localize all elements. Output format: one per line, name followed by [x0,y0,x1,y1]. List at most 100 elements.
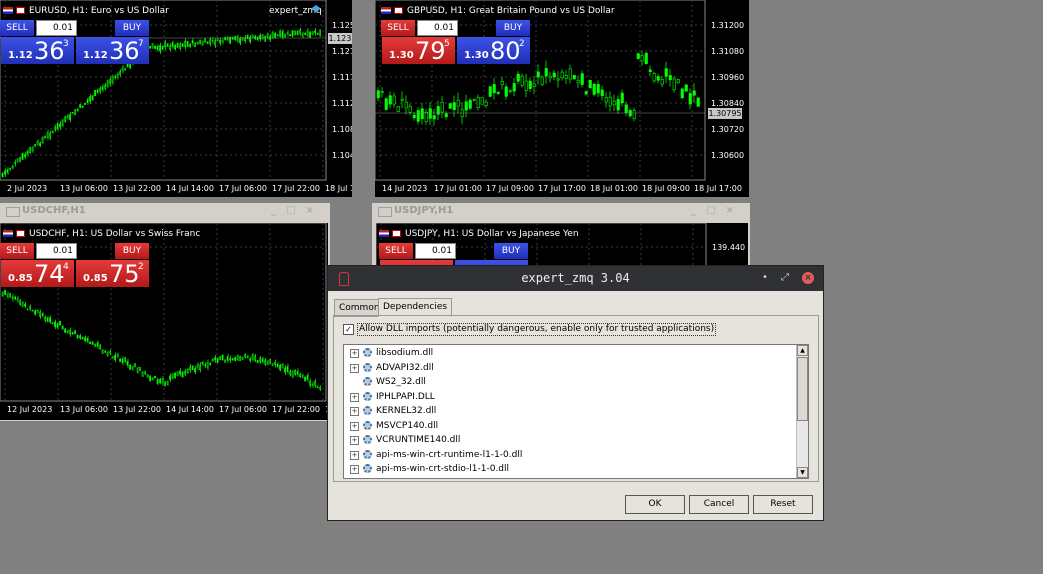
trade-panel-eurusd: SELL 0.01 BUY 1.12 36 3 1.12 36 7 [0,20,150,65]
window-usdchf-titlebar[interactable]: USDCHF,H1 _□× [0,203,330,219]
candle-body [620,92,624,104]
sell-button[interactable]: SELL [0,20,34,36]
candle-body [306,374,309,380]
chart-usdchf[interactable]: 0.8769012 Jul 202313 Jul 06:0013 Jul 22:… [0,223,328,420]
candle-body [161,45,164,50]
candle-body [64,328,66,333]
expand-icon[interactable]: + [350,363,359,373]
scroll-down-arrow-icon[interactable]: ▼ [797,467,808,478]
tree-row[interactable]: + IPHLPAPI.DLL [344,390,796,404]
y-tick-label: 1.11295 [332,99,352,108]
sell-button[interactable]: SELL [0,243,34,259]
candle-body [159,45,161,52]
sell-price-prefix: 1.30 [389,50,414,61]
candle-body [540,76,544,85]
candle-body [199,39,201,45]
candle-body [176,371,179,377]
candle-body [21,153,24,160]
buy-price-pips: 36 [109,37,140,65]
y-tick-label: 1.11710 [332,73,352,82]
scroll-up-arrow-icon[interactable]: ▲ [797,345,808,356]
lot-size-input[interactable]: 0.01 [417,20,458,36]
tree-row[interactable]: WS2_32.dll [344,375,796,389]
candle-body [696,97,700,107]
maximize-icon[interactable]: ⤢ [779,272,791,284]
buy-price-box[interactable]: 0.85 75 2 [76,260,149,288]
dependency-name: ADVAPI32.dll [376,362,434,373]
chart-gbpusd[interactable]: 1.31200 1.31080 1.30960 1.30840 1.30720 1.306… [375,0,749,197]
candle-body [46,132,49,138]
buy-price-point: 7 [138,39,144,49]
dependency-name: WS2_32.dll [376,377,426,387]
candle-body [136,367,139,373]
dependencies-tree[interactable]: + libsodium.dll + ADVAPI32.dll WS2_32.dl… [343,344,809,479]
candle-body [456,99,460,107]
candle-body [9,168,11,171]
tree-row[interactable]: + libsodium.dll [344,346,796,360]
candle-body [206,362,209,368]
lot-size-input[interactable]: 0.01 [36,243,77,259]
close-icon[interactable]: × [802,272,814,284]
dependency-name: api-ms-win-crt-stdio-l1-1-0.dll [376,464,510,474]
sell-price-point: 4 [63,262,69,272]
candle-body [11,165,14,169]
one-click-trading-icon[interactable] [16,7,25,14]
tree-row[interactable]: + api-ms-win-crt-stdio-l1-1-0.dll [344,462,796,476]
buy-button[interactable]: BUY [115,20,149,36]
one-click-trading-icon[interactable] [392,230,401,237]
sell-button[interactable]: SELL [379,243,413,259]
window-controls[interactable]: _□× [691,203,744,219]
tree-row[interactable]: + ADVAPI32.dll [344,361,796,375]
cancel-button[interactable]: Cancel [689,495,749,514]
minimize-icon[interactable]: • [759,272,771,284]
window-controls[interactable]: _□× [271,203,324,219]
flag-icon [3,230,13,237]
allow-dll-checkbox[interactable]: ✓ [343,324,354,335]
expand-icon[interactable]: + [350,465,359,474]
tree-row[interactable]: + api-ms-win-crt-runtime-l1-1-0.dll [344,448,796,462]
lot-size-input[interactable]: 0.01 [415,243,456,259]
candle-body [131,366,134,370]
ok-button[interactable]: OK [625,495,685,514]
expand-icon[interactable]: + [350,407,359,416]
tree-scrollbar[interactable]: ▲ ▼ [796,345,808,478]
buy-button[interactable]: BUY [496,20,530,36]
tree-row[interactable]: + KERNEL32.dll [344,404,796,418]
sell-price-box[interactable]: 0.85 74 4 [1,260,74,288]
reset-button[interactable]: Reset [753,495,813,514]
sell-price-pips: 74 [34,260,65,288]
candle-body [204,364,206,367]
candle-body [256,360,259,364]
sell-button[interactable]: SELL [381,20,415,36]
candle-body [284,367,286,373]
window-usdchf[interactable]: USDCHF,H1 _□× 0.8769012 Jul 202313 Jul 0… [0,203,330,421]
expand-icon[interactable]: + [350,392,359,402]
candle-body [84,102,86,105]
chart-eurusd[interactable]: 1.12540 1.12125 1.11710 1.11295 1.10880 1.104… [0,0,352,197]
sell-price-box[interactable]: 1.12 36 3 [1,37,74,65]
buy-button[interactable]: BUY [115,243,149,259]
dialog-titlebar[interactable]: expert_zmq 3.04 • ⤢ × [328,266,823,291]
expand-icon[interactable]: + [350,421,359,431]
scroll-thumb[interactable] [797,357,808,421]
one-click-trading-icon[interactable] [394,7,403,14]
lot-size-input[interactable]: 0.01 [36,20,77,36]
buy-button[interactable]: BUY [494,243,528,259]
candle-body [124,68,126,71]
candle-body [261,34,264,40]
candle-body [256,36,259,41]
expand-icon[interactable]: + [350,349,359,358]
expand-icon[interactable]: + [350,436,359,445]
expand-icon[interactable]: + [350,450,359,460]
allow-dll-label[interactable]: Allow DLL imports (potentially dangerous… [357,323,717,336]
sell-price-box[interactable]: 1.30 79 5 [382,37,455,65]
one-click-trading-icon[interactable] [16,230,25,237]
candle-body [420,108,424,119]
buy-price-box[interactable]: 1.30 80 2 [457,37,530,65]
tree-row[interactable]: + VCRUNTIME140.dll [344,433,796,447]
tree-row[interactable]: + MSVCP140.dll [344,419,796,433]
candle-body [191,365,194,370]
buy-price-box[interactable]: 1.12 36 7 [76,37,149,65]
window-usdjpy-titlebar[interactable]: USDJPY,H1 _□× [372,203,750,219]
candle-body [196,41,199,45]
